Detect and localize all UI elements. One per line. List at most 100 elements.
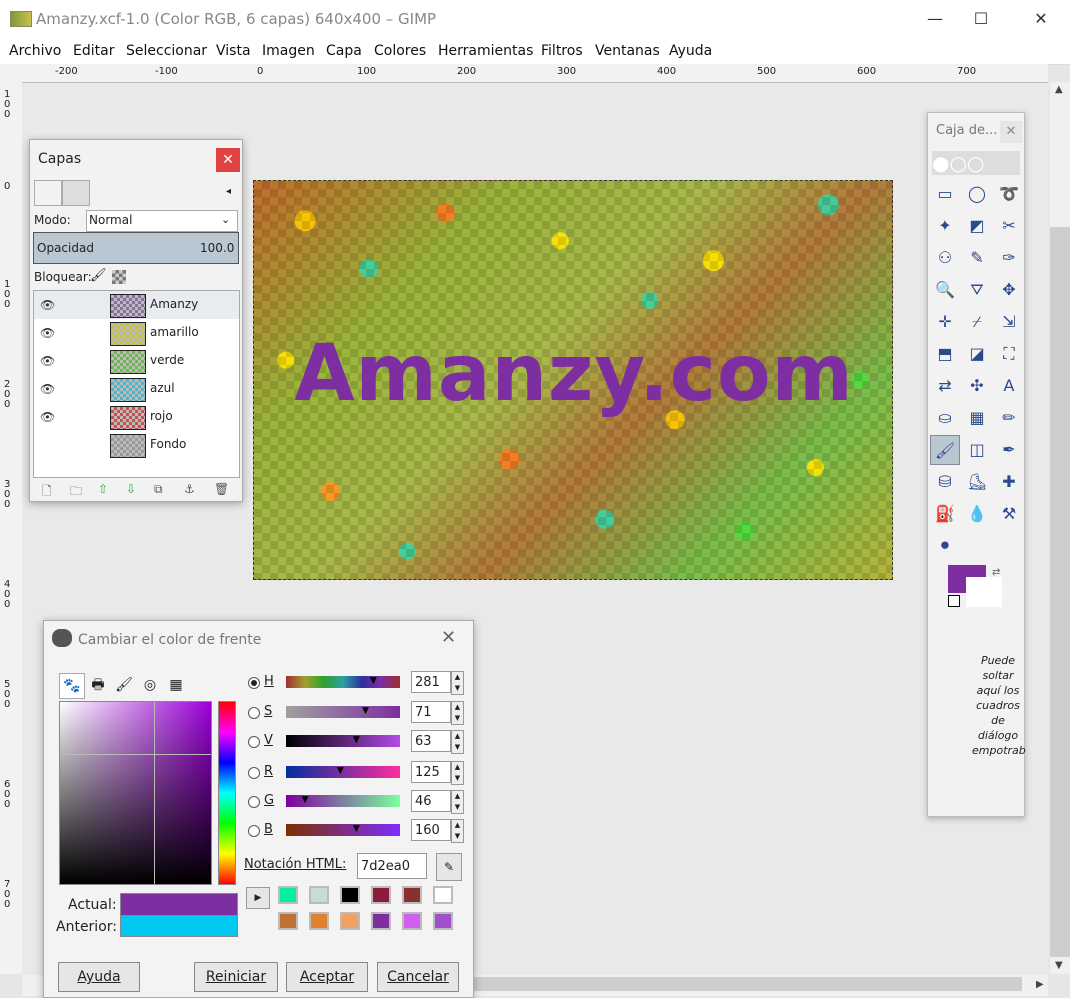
new-group-icon[interactable]: 🗀: [70, 482, 82, 503]
tool-13-icon[interactable]: ⌿: [962, 307, 992, 337]
menu-colores[interactable]: Colores: [374, 43, 426, 59]
tab-menu-icon[interactable]: ◂: [226, 186, 231, 197]
html-notation-input[interactable]: 7d2ea0: [357, 853, 427, 879]
channel-spinner[interactable]: ▲ ▼: [451, 671, 464, 695]
layer-name[interactable]: amarillo: [150, 325, 199, 339]
slider-marker[interactable]: ▼: [302, 795, 309, 805]
layer-name[interactable]: rojo: [150, 409, 173, 423]
layer-name[interactable]: Fondo: [150, 437, 186, 451]
watercolor-selector-tab[interactable]: 🖌: [112, 673, 136, 697]
default-colors-icon[interactable]: [948, 595, 960, 607]
tool-25-icon[interactable]: ◫: [962, 435, 992, 465]
tool-9-icon[interactable]: 🔍: [930, 275, 960, 305]
slider-marker[interactable]: ▼: [353, 824, 360, 834]
image-canvas[interactable]: Amanzy.com: [253, 180, 893, 580]
history-expand-button[interactable]: ▶: [246, 887, 270, 909]
eye-icon[interactable]: 👁: [40, 298, 55, 312]
raise-layer-icon[interactable]: ⇧: [98, 482, 108, 496]
anchor-layer-icon[interactable]: ⚓: [184, 482, 195, 496]
layers-list[interactable]: 👁 Amanzy 👁 amarillo 👁 verde 👁 azul 👁 rojo Fondo: [33, 290, 240, 478]
tool-1-icon[interactable]: ◯: [962, 179, 992, 209]
close-button[interactable]: ✕: [1018, 4, 1064, 34]
eye-icon[interactable]: 👁: [40, 326, 55, 340]
history-swatch[interactable]: [278, 912, 298, 930]
slider-marker[interactable]: ▼: [337, 766, 344, 776]
tool-7-icon[interactable]: ✎: [962, 243, 992, 273]
scroll-right-arrow[interactable]: ▶: [1036, 979, 1044, 990]
tool-20-icon[interactable]: A: [994, 371, 1024, 401]
history-swatch[interactable]: [433, 912, 453, 930]
menu-capa[interactable]: Capa: [326, 43, 362, 59]
history-swatch[interactable]: [371, 912, 391, 930]
color-dialog-close-icon[interactable]: ✕: [441, 627, 456, 648]
reset-button[interactable]: Reiniciar: [194, 962, 278, 992]
background-color[interactable]: [966, 577, 1002, 607]
tool-3-icon[interactable]: ✦: [930, 211, 960, 241]
slider-marker[interactable]: ▼: [370, 676, 377, 686]
channel-value-input[interactable]: 160: [411, 819, 451, 841]
tool-6-icon[interactable]: ⚇: [930, 243, 960, 273]
menu-ventanas[interactable]: Ventanas: [595, 43, 660, 59]
channel-value-input[interactable]: 71: [411, 701, 451, 723]
tool-18-icon[interactable]: ⇄: [930, 371, 960, 401]
wheel-selector-tab[interactable]: ◎: [138, 673, 162, 697]
scroll-up-arrow[interactable]: ▲: [1055, 84, 1063, 95]
channel-slider[interactable]: ▼: [286, 795, 400, 807]
history-swatch[interactable]: [340, 912, 360, 930]
history-swatch[interactable]: [340, 886, 360, 904]
channel-radio[interactable]: [248, 796, 260, 808]
history-swatch[interactable]: [402, 886, 422, 904]
tool-26-icon[interactable]: ✒: [994, 435, 1024, 465]
channel-slider[interactable]: ▼: [286, 735, 400, 747]
previous-color-swatch[interactable]: [120, 915, 238, 937]
scrollbar-thumb[interactable]: [1050, 227, 1070, 957]
tool-16-icon[interactable]: ◪: [962, 339, 992, 369]
channels-tab[interactable]: [62, 180, 90, 206]
channel-value-input[interactable]: 125: [411, 761, 451, 783]
new-layer-icon[interactable]: 🗋: [42, 482, 52, 503]
channel-radio[interactable]: [248, 825, 260, 837]
cancel-button[interactable]: Cancelar: [377, 962, 459, 992]
mode-select[interactable]: Normal ⌄: [86, 210, 238, 232]
layer-name[interactable]: Amanzy: [150, 297, 198, 311]
tool-33-icon[interactable]: ⚫: [930, 531, 960, 561]
tool-28-icon[interactable]: ⛸: [962, 467, 992, 497]
history-swatch[interactable]: [309, 912, 329, 930]
channel-value-input[interactable]: 63: [411, 730, 451, 752]
swap-colors-icon[interactable]: ⇄: [992, 567, 1000, 578]
horizontal-ruler[interactable]: -200 -100 0 100 200 300 400 500 600 700: [22, 64, 1048, 83]
lock-alpha-icon[interactable]: [112, 270, 126, 284]
ruler-corner[interactable]: [0, 64, 23, 83]
maximize-button[interactable]: ☐: [958, 4, 1004, 34]
menu-filtros[interactable]: Filtros: [541, 43, 583, 59]
channel-radio[interactable]: [248, 677, 260, 689]
layer-row[interactable]: Fondo: [34, 431, 239, 459]
layers-close-button[interactable]: ✕: [216, 148, 240, 172]
palette-selector-tab[interactable]: ▦: [164, 673, 188, 697]
lock-pixels-icon[interactable]: 🖌: [90, 268, 107, 283]
opacity-slider[interactable]: Opacidad 100.0: [33, 232, 239, 264]
tool-2-icon[interactable]: ➰: [994, 179, 1024, 209]
menu-herramientas[interactable]: Herramientas: [438, 43, 533, 59]
history-swatch[interactable]: [402, 912, 422, 930]
duplicate-layer-icon[interactable]: ⧉: [154, 482, 163, 497]
history-swatch[interactable]: [309, 886, 329, 904]
eye-icon[interactable]: 👁: [40, 382, 55, 396]
delete-layer-icon[interactable]: 🗑: [214, 482, 229, 496]
vertical-ruler[interactable]: 1 0 0 0 1 0 0 2 0 0 3 0 0 4 0 0 5 0 0 6 …: [0, 82, 23, 974]
menu-imagen[interactable]: Imagen: [262, 43, 315, 59]
tool-11-icon[interactable]: ✥: [994, 275, 1024, 305]
channel-spinner[interactable]: ▲ ▼: [451, 790, 464, 814]
lower-layer-icon[interactable]: ⇩: [126, 482, 136, 496]
layer-row[interactable]: 👁 azul: [34, 375, 239, 403]
gimp-selector-tab[interactable]: 🐾: [59, 673, 85, 699]
scroll-down-arrow[interactable]: ▼: [1055, 960, 1063, 971]
channel-spinner[interactable]: ▲ ▼: [451, 730, 464, 754]
tool-29-icon[interactable]: ✚: [994, 467, 1024, 497]
tool-8-icon[interactable]: ✑: [994, 243, 1024, 273]
channel-slider[interactable]: ▼: [286, 824, 400, 836]
history-swatch[interactable]: [278, 886, 298, 904]
eye-icon[interactable]: 👁: [40, 410, 55, 424]
tool-14-icon[interactable]: ⇲: [994, 307, 1024, 337]
channel-spinner[interactable]: ▲ ▼: [451, 761, 464, 785]
